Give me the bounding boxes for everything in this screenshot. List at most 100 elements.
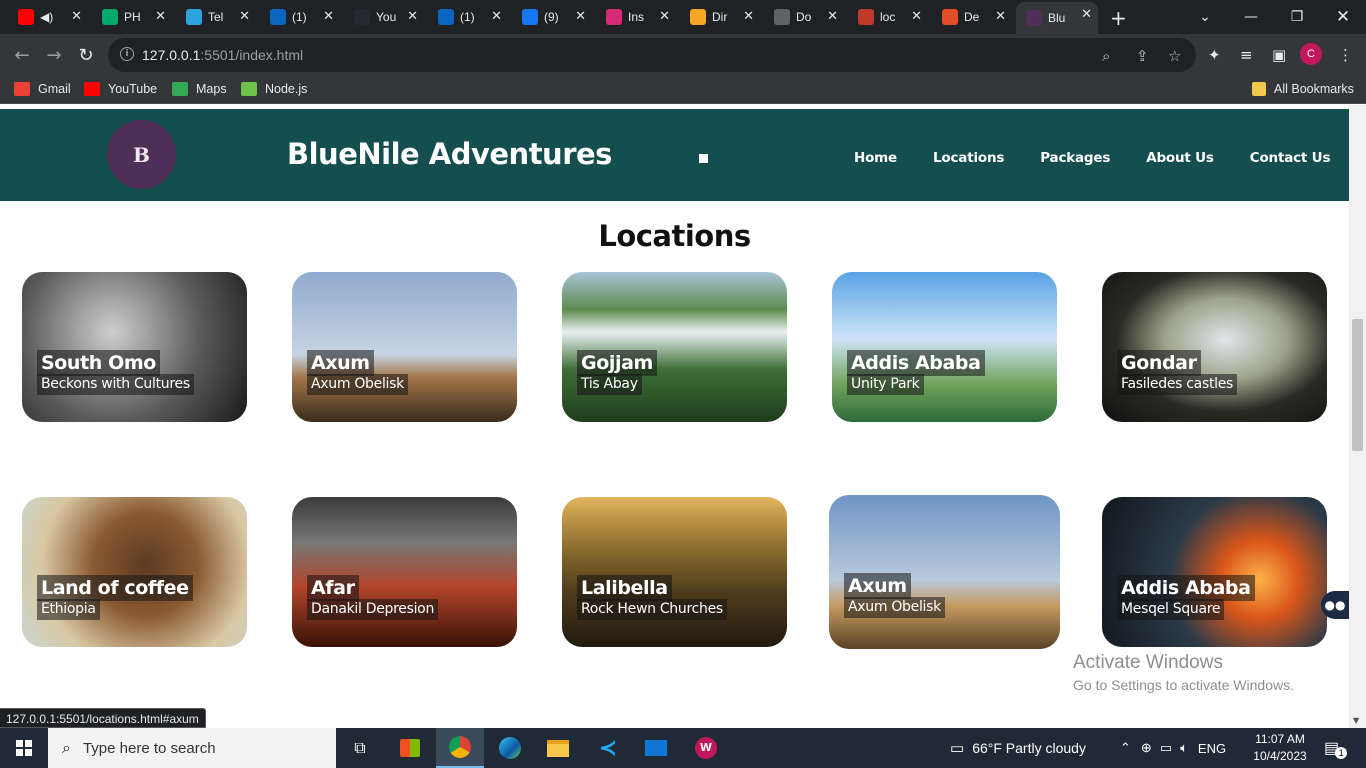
location-subtitle: Mesqel Square (1117, 599, 1225, 620)
taskbar-search-box[interactable]: ⌕ Type here to search (48, 728, 336, 768)
tab-search-icon[interactable]: ⌄ (1182, 0, 1228, 34)
nav-about-us[interactable]: About Us (1146, 150, 1214, 166)
address-bar[interactable]: i 127.0.0.1:5501/index.html ⌕ ⇪ ☆ (108, 38, 1196, 72)
taskbar-wps[interactable]: W (682, 728, 730, 768)
zoom-icon[interactable]: ⌕ (1102, 47, 1110, 65)
profile-avatar[interactable]: C (1300, 43, 1322, 65)
location-title: South Omo (37, 350, 160, 376)
volume-icon[interactable]: 🔈︎ (1180, 740, 1188, 756)
site-logo[interactable]: B (107, 120, 176, 189)
chat-widget-icon[interactable]: ●● (1321, 591, 1349, 619)
browser-tab[interactable]: PH ✕ (92, 4, 172, 30)
location-card[interactable]: Land of coffee Ethiopia (22, 497, 247, 647)
close-tab-icon[interactable]: ✕ (995, 9, 1006, 24)
page-scrollbar[interactable]: ▼ (1349, 105, 1366, 728)
battery-icon[interactable]: ▭ (1160, 740, 1172, 756)
location-card[interactable]: Gojjam Tis Abay (562, 272, 787, 422)
location-card[interactable]: Gondar Fasiledes castles (1102, 272, 1327, 422)
close-window-button[interactable]: ✕ (1320, 0, 1366, 34)
bookmark-item[interactable]: Node.js (241, 82, 307, 96)
weather-widget[interactable]: ▭ 66°F Partly cloudy (950, 728, 1086, 768)
audio-icon[interactable]: ◀) (40, 10, 53, 24)
browser-tab[interactable]: You ✕ (344, 4, 424, 30)
taskbar-edge[interactable] (486, 728, 534, 768)
nav-packages[interactable]: Packages (1040, 150, 1110, 166)
location-card[interactable]: South Omo Beckons with Cultures (22, 272, 247, 422)
menu-toggle-icon[interactable] (699, 154, 708, 163)
browser-tab[interactable]: Ins ✕ (596, 4, 676, 30)
location-card[interactable]: Addis Ababa Unity Park (832, 272, 1057, 422)
bookmark-star-icon[interactable]: ☆ (1168, 47, 1181, 65)
taskbar-vscode[interactable]: ≺ (584, 728, 632, 768)
folder-icon (547, 739, 569, 757)
close-tab-icon[interactable]: ✕ (239, 9, 250, 24)
location-card[interactable]: Afar Danakil Depresion (292, 497, 517, 647)
task-view-button[interactable]: ⧉ (336, 728, 384, 768)
reload-button[interactable]: ↻ (74, 43, 98, 67)
network-globe-icon[interactable]: ⊕ (1141, 740, 1152, 756)
location-title: Afar (307, 575, 359, 601)
close-tab-icon[interactable]: ✕ (155, 9, 166, 24)
menu-icon[interactable]: ⋮ (1338, 46, 1353, 64)
all-bookmarks-button[interactable]: All Bookmarks (1252, 82, 1354, 96)
nav-locations[interactable]: Locations (933, 150, 1004, 166)
taskbar-clock[interactable]: 11:07 AM 10/4/2023 (1250, 731, 1310, 765)
maximize-button[interactable]: ❐ (1274, 0, 1320, 34)
scrollbar-thumb[interactable] (1352, 319, 1363, 451)
nav-contact-us[interactable]: Contact Us (1250, 150, 1331, 166)
close-tab-icon[interactable]: ✕ (71, 9, 82, 24)
browser-tab[interactable]: (1) ✕ (428, 4, 508, 30)
main-nav: Home Locations Packages About Us Contact… (854, 150, 1330, 166)
close-tab-icon[interactable]: ✕ (743, 9, 754, 24)
location-card[interactable]: Axum Axum Obelisk (292, 272, 517, 422)
new-tab-button[interactable]: + (1110, 6, 1127, 30)
browser-tab[interactable]: (9) ✕ (512, 4, 592, 30)
site-info-icon[interactable]: i (120, 47, 134, 61)
location-card[interactable]: Lalibella Rock Hewn Churches (562, 497, 787, 647)
reading-list-icon[interactable]: ≡ (1240, 46, 1253, 64)
system-tray: ⌃ ⊕ ▭ 🔈︎ ENG (1120, 728, 1226, 768)
location-card[interactable]: Axum Axum Obelisk (829, 495, 1060, 649)
browser-tab[interactable]: Tel ✕ (176, 4, 256, 30)
close-tab-icon[interactable]: ✕ (575, 9, 586, 24)
browser-tab[interactable]: Blu ✕ (1016, 2, 1098, 34)
start-button[interactable] (0, 728, 48, 768)
close-tab-icon[interactable]: ✕ (323, 9, 334, 24)
bookmark-item[interactable]: YouTube (84, 82, 157, 96)
language-indicator[interactable]: ENG (1198, 741, 1226, 756)
scroll-down-arrow-icon[interactable]: ▼ (1353, 716, 1359, 725)
browser-tab[interactable]: loc ✕ (848, 4, 928, 30)
extensions-icon[interactable]: ✦ (1208, 46, 1221, 64)
bookmark-item[interactable]: Maps (172, 82, 227, 96)
nav-home[interactable]: Home (854, 150, 897, 166)
browser-tab[interactable]: ◀) ✕ (8, 4, 88, 30)
location-title: Axum (844, 573, 911, 599)
share-icon[interactable]: ⇪ (1136, 47, 1149, 65)
close-tab-icon[interactable]: ✕ (1081, 7, 1092, 22)
taskbar-file-explorer[interactable] (534, 728, 582, 768)
clock-time: 11:07 AM (1255, 732, 1305, 746)
youtube-icon (84, 82, 100, 96)
browser-tab[interactable]: Dir ✕ (680, 4, 760, 30)
side-panel-icon[interactable]: ▣ (1272, 46, 1286, 64)
taskbar-store[interactable] (386, 728, 434, 768)
minimize-button[interactable]: — (1228, 0, 1274, 34)
browser-tab[interactable]: De ✕ (932, 4, 1012, 30)
bookmark-item[interactable]: Gmail (14, 82, 71, 96)
close-tab-icon[interactable]: ✕ (659, 9, 670, 24)
taskbar-chrome[interactable] (436, 728, 484, 768)
forward-button[interactable]: → (42, 43, 66, 67)
notification-center-button[interactable]: ▤ 1 (1324, 728, 1348, 768)
back-button[interactable]: ← (10, 43, 34, 67)
tray-overflow-icon[interactable]: ⌃ (1120, 740, 1131, 756)
brand-title: BlueNile Adventures (287, 137, 612, 171)
close-tab-icon[interactable]: ✕ (491, 9, 502, 24)
close-tab-icon[interactable]: ✕ (827, 9, 838, 24)
browser-tab[interactable]: (1) ✕ (260, 4, 340, 30)
browser-tab[interactable]: Do ✕ (764, 4, 844, 30)
location-card[interactable]: Addis Ababa Mesqel Square (1102, 497, 1327, 647)
close-tab-icon[interactable]: ✕ (911, 9, 922, 24)
taskbar-mail[interactable] (632, 728, 680, 768)
close-tab-icon[interactable]: ✕ (407, 9, 418, 24)
tab-title: loc (880, 10, 896, 24)
